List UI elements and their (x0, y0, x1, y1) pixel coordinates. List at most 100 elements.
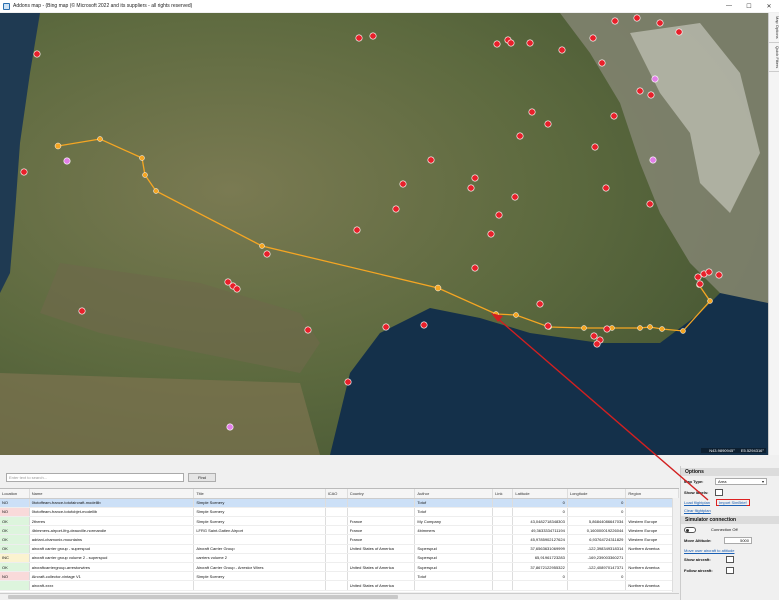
cell-lon: 6,93764724311829 (567, 534, 627, 545)
col-country[interactable]: Country (347, 489, 416, 499)
maximize-button[interactable]: ☐ (739, 0, 759, 12)
follow-aircraft-checkbox[interactable] (726, 567, 734, 574)
cell-lat: 0 (512, 571, 568, 582)
cell-link (492, 525, 514, 536)
table-row[interactable]: OK adriani-chamonix-mountains France 45,978… (0, 534, 679, 545)
col-link[interactable]: Link (492, 489, 514, 499)
load-flightplan-link[interactable]: Load flightplan (684, 500, 710, 505)
cell-name: aircraft carrier group - superspud (29, 544, 195, 554)
addons-panel: Find Location Name Title ICAO Country Au… (0, 466, 679, 600)
cell-lat: 49,3633334711194 (512, 525, 568, 536)
table-row[interactable]: INC aircraft carrier group volume 2 - sup… (0, 553, 679, 564)
show-aircraft-row: Show aircraft: (681, 554, 779, 565)
close-button[interactable]: ✕ (759, 0, 779, 12)
options-header: Options (681, 468, 779, 476)
cell-lon: -122,398349318314 (567, 544, 627, 554)
cell-location: OK (0, 544, 30, 554)
cell-region: Western Europe (625, 516, 679, 527)
cell-name: 4bimmers-airport-lfrg-deauville-normandi… (29, 525, 195, 536)
scroll-thumb[interactable] (8, 595, 398, 599)
tab-quick-filters[interactable]: Quick Filters (769, 43, 779, 72)
import-simbrief-link[interactable]: Import SimBrief (716, 498, 750, 506)
cell-country (347, 553, 416, 564)
cell-lat: 37,8672122955322 (512, 562, 568, 573)
cell-lat: 0 (512, 498, 568, 508)
cell-author: 4bimmers (414, 525, 494, 536)
vertical-scrollbar[interactable] (672, 498, 679, 592)
cell-icao (325, 507, 348, 518)
col-longitude[interactable]: Longitude (567, 489, 627, 499)
cell-title (193, 580, 326, 591)
table-row[interactable]: OK 2theres Simple Scenery France My Company 4… (0, 516, 679, 527)
cell-author: Superspud (414, 544, 494, 554)
cell-icao (325, 571, 348, 582)
clear-flightplan-link[interactable]: Clear flightplan (684, 508, 711, 513)
move-user-aircraft-link[interactable]: Move user aircraft to altitude (684, 548, 734, 553)
col-name[interactable]: Name (29, 489, 195, 499)
cell-author: Totof (414, 507, 494, 518)
cell-icao (325, 544, 348, 554)
cell-link (492, 580, 514, 591)
tab-map-options[interactable]: Map Options (769, 13, 779, 43)
map-type-row: Map Type: Area ▾ (681, 476, 779, 487)
cell-name: 0totoffeam-france-totofobjet-modellib (29, 507, 195, 518)
follow-aircraft-row: Follow aircraft: (681, 565, 779, 576)
map-type-select[interactable]: Area ▾ (715, 478, 767, 485)
horizontal-scrollbar[interactable] (0, 593, 679, 600)
cell-name: aircraft-xxxx (29, 580, 195, 591)
table-row[interactable]: NO Aircraft-collector-vintage V1 Simple Sc… (0, 571, 679, 582)
cell-region: Northern America (625, 544, 679, 554)
cell-title: Simple Scenery (193, 516, 326, 527)
move-altitude-row: Move Altitude: 5000 (681, 535, 779, 546)
col-location[interactable]: Location (0, 489, 30, 499)
minimize-button[interactable]: — (719, 0, 739, 12)
cell-region (625, 571, 679, 582)
show-labels-label: Show labels: (684, 490, 709, 495)
window-title: Addons map - (Bing map (© Microsoft 2022… (13, 3, 193, 9)
cell-lat: 45,9785902127624 (512, 534, 568, 545)
table-row[interactable]: aircraft-xxxx United States of America Nor… (0, 580, 679, 591)
col-region[interactable]: Region (625, 489, 679, 499)
connection-toggle[interactable] (684, 526, 696, 533)
cell-lat: 43,0482718348303 (512, 516, 568, 527)
cell-location: OK (0, 516, 30, 527)
cell-country (347, 571, 416, 582)
cell-title: carriers volume 2 (193, 553, 326, 564)
cell-icao (325, 516, 348, 527)
cell-region: Northern America (625, 580, 679, 591)
cell-link (492, 544, 514, 554)
cell-region (625, 507, 679, 518)
cell-author (414, 580, 494, 591)
map-canvas[interactable] (0, 13, 768, 455)
map-type-label: Map Type: (684, 479, 704, 484)
show-aircraft-checkbox[interactable] (726, 556, 734, 563)
cell-author: Superspud (414, 562, 494, 573)
table-row[interactable]: OK 4bimmers-airport-lfrg-deauville-norman… (0, 525, 679, 536)
move-user-row: Move user aircraft to altitude (681, 546, 779, 554)
cell-link (492, 534, 514, 545)
table-row[interactable]: OK aircraftcarriergroup-arrestorwires Airc… (0, 562, 679, 573)
table-row[interactable]: OK aircraft carrier group - superspud Airc… (0, 544, 679, 554)
move-altitude-input[interactable]: 5000 (724, 537, 752, 544)
simulator-header: Simulator connection (681, 516, 779, 524)
table-row[interactable]: NO 0totoffeam-france-totofobjet-modellib S… (0, 507, 679, 518)
move-altitude-label: Move Altitude: (684, 538, 712, 543)
cell-location: NO (0, 571, 30, 582)
col-icao[interactable]: ICAO (325, 489, 348, 499)
cell-author: Totof (414, 571, 494, 582)
cell-link (492, 498, 514, 508)
show-labels-checkbox[interactable] (715, 489, 723, 496)
cell-name: aircraftcarriergroup-arrestorwires (29, 562, 195, 573)
find-button[interactable]: Find (188, 473, 216, 482)
search-input[interactable] (6, 473, 184, 482)
map-view[interactable]: N43.9890945° E5.5294316° (0, 13, 768, 455)
cell-country (347, 498, 416, 508)
cell-location (0, 580, 30, 591)
cell-link (492, 553, 514, 564)
cell-location: INC (0, 553, 30, 564)
table-row[interactable]: NO 0totoffeam-france-totofaircraft-modell… (0, 498, 679, 508)
col-latitude[interactable]: Latitude (512, 489, 568, 499)
col-author[interactable]: Author (414, 489, 494, 499)
col-title[interactable]: Title (193, 489, 326, 499)
cell-lon: 0 (567, 507, 627, 518)
